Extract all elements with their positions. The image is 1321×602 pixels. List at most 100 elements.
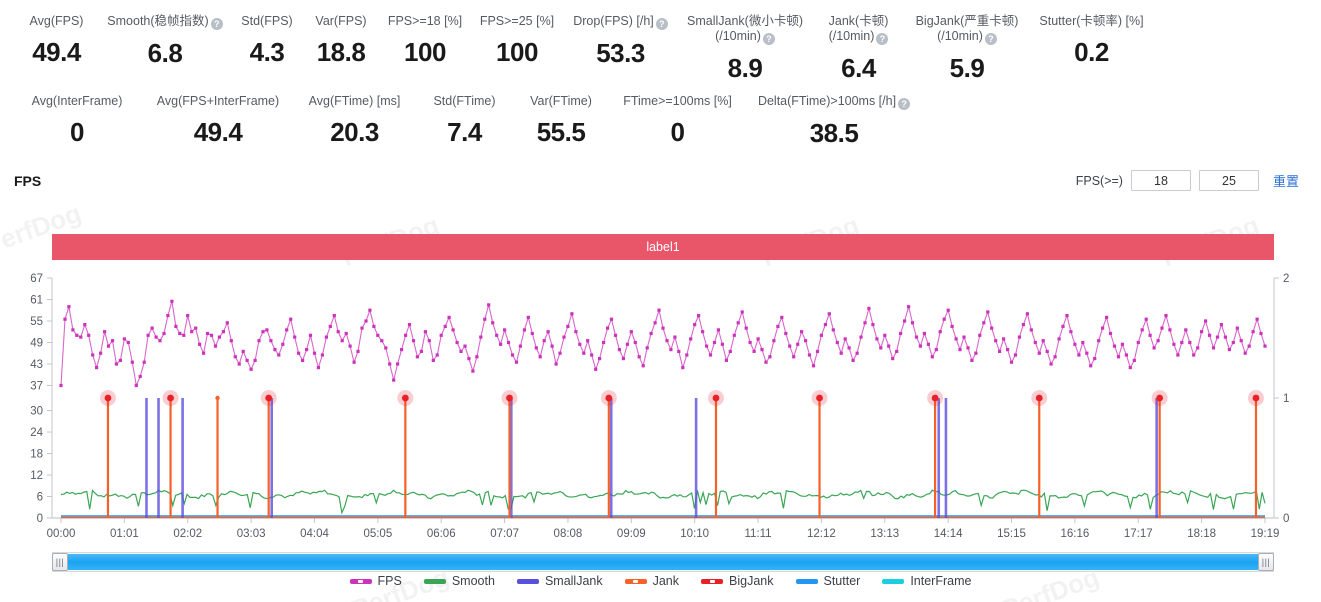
legend-swatch-icon xyxy=(882,578,905,584)
x-axis-tick: 04:04 xyxy=(300,528,329,538)
y-axis-left-tick: 55 xyxy=(30,316,43,328)
series-bigjank-point xyxy=(816,394,823,402)
legend-label: Stutter xyxy=(823,574,861,588)
metric-jank: Jank(卡顿) (/10min)? 6.4 xyxy=(812,14,905,84)
series-bigjank-point xyxy=(605,394,613,402)
legend-item-stutter[interactable]: Stutter xyxy=(795,574,861,588)
metric-var-fps: Var(FPS) 18.8 xyxy=(303,14,379,84)
y-axis-left-tick: 6 xyxy=(37,492,43,504)
fps-chart-svg[interactable]: 061218243037434955616701200:00 01:01 02:02… xyxy=(0,268,1321,540)
metric-label: Drop(FPS) [/h]? xyxy=(573,14,668,30)
series-bigjank-point xyxy=(712,394,720,402)
series-bigjank-point xyxy=(401,394,409,402)
legend-label: FPS xyxy=(377,574,402,588)
legend-item-smooth[interactable]: Smooth xyxy=(423,574,495,588)
metric-value: 6.8 xyxy=(147,38,183,68)
x-axis-tick: 10:10 xyxy=(680,528,709,538)
y-axis-left-tick: 43 xyxy=(30,359,43,371)
x-axis-tick: 11:11 xyxy=(745,528,772,538)
legend-label: Smooth xyxy=(451,574,495,588)
help-icon[interactable]: ? xyxy=(898,98,911,110)
x-axis-tick: 12:12 xyxy=(807,528,836,538)
metrics-row-primary: Avg(FPS) 49.4 Smooth(稳帧指数)? 6.8 Std(FPS) 4.3 V… xyxy=(0,14,1321,84)
metric-value: 6.4 xyxy=(841,53,876,83)
metric-smooth: Smooth(稳帧指数)? 6.8 xyxy=(99,14,231,84)
page-title: FPS xyxy=(14,173,42,189)
metric-label: BigJank(严重卡顿) (/10min)? xyxy=(915,14,1019,45)
metric-value: 0 xyxy=(670,117,685,147)
y-axis-left-tick: 24 xyxy=(30,427,43,439)
metric-smalljank: SmallJank(微小卡顿) (/10min)? 8.9 xyxy=(678,14,812,84)
metric-var-ftime: Var(FTime) 55.5 xyxy=(512,94,610,149)
metric-label: Smooth(稳帧指数)? xyxy=(107,14,223,30)
x-axis-tick: 13:13 xyxy=(870,528,899,538)
x-axis-tick: 16:16 xyxy=(1061,528,1090,538)
grip-icon: ||| xyxy=(1261,557,1271,567)
help-icon[interactable]: ? xyxy=(984,33,997,45)
metric-label: Avg(FPS+InterFrame) xyxy=(156,94,280,108)
x-axis-tick: 05:05 xyxy=(363,528,392,538)
metric-label: Var(FPS) xyxy=(315,14,367,28)
x-axis-tick: 06:06 xyxy=(427,528,456,538)
series-bigjank-point xyxy=(506,394,513,402)
x-axis-tick: 01:01 xyxy=(110,528,139,538)
metric-value: 20.3 xyxy=(330,117,379,147)
metric-value: 100 xyxy=(496,37,538,67)
metric-value: 55.5 xyxy=(536,117,586,147)
series-bigjank-point xyxy=(931,394,939,402)
y-axis-left-tick: 61 xyxy=(30,294,43,306)
legend-item-jank[interactable]: Jank xyxy=(624,574,679,588)
legend-item-smalljank[interactable]: SmallJank xyxy=(516,574,603,588)
metric-value: 0.2 xyxy=(1074,37,1109,67)
fps-chart-panel: FPS FPS(>=) 重置 xyxy=(0,165,1321,199)
fps-threshold-label: FPS(>=) xyxy=(1075,173,1123,188)
perfdog-fps-dashboard: PerfDog PerfDog PerfDog PerfDog PerfDog … xyxy=(0,0,1321,602)
metric-value: 8.9 xyxy=(727,53,763,83)
legend-swatch-icon xyxy=(624,578,647,584)
legend-label: BigJank xyxy=(729,574,774,588)
range-handle-right[interactable]: ||| xyxy=(1258,553,1274,571)
metric-fps-25: FPS>=25 [%] 100 xyxy=(471,14,563,84)
metrics-summary: Avg(FPS) 49.4 Smooth(稳帧指数)? 6.8 Std(FPS) 4.3 V… xyxy=(0,0,1321,149)
metrics-row-secondary: Avg(InterFrame) 0 Avg(FPS+InterFrame) 49.4 A… xyxy=(0,94,1321,149)
metric-label: Std(FPS) xyxy=(241,14,293,28)
x-axis-tick: 15:15 xyxy=(997,528,1026,538)
help-icon[interactable]: ? xyxy=(876,33,889,45)
legend-swatch-icon xyxy=(349,578,372,584)
metric-avg-fps: Avg(FPS) 49.4 xyxy=(14,14,99,84)
metric-label: SmallJank(微小卡顿) (/10min)? xyxy=(687,14,803,45)
y-axis-left-tick: 0 xyxy=(37,513,43,525)
metric-label: FPS>=18 [%] xyxy=(387,14,463,28)
time-range-fill[interactable] xyxy=(68,554,1258,570)
grip-icon: ||| xyxy=(55,557,65,567)
x-axis-tick: 02:02 xyxy=(173,528,202,538)
legend-item-fps[interactable]: FPS xyxy=(349,574,402,588)
fps-threshold-high-input[interactable] xyxy=(1198,170,1259,191)
x-axis-tick: 09:09 xyxy=(617,528,646,538)
metric-delta-ftime-100ms-h: Delta(FTime)>100ms [/h]? 38.5 xyxy=(745,94,923,149)
metric-value: 5.9 xyxy=(949,53,985,83)
help-icon[interactable]: ? xyxy=(655,18,668,30)
y-axis-right-tick: 0 xyxy=(1283,513,1289,525)
range-handle-left[interactable]: ||| xyxy=(52,553,68,571)
series-smooth xyxy=(60,489,1266,515)
legend-swatch-icon xyxy=(516,578,539,584)
metric-drop-fps-h: Drop(FPS) [/h]? 53.3 xyxy=(563,14,678,84)
y-axis-left-tick: 67 xyxy=(30,273,43,285)
legend-swatch-icon xyxy=(423,578,446,584)
chart-legend: FPS Smooth SmallJank Jank BigJank Stutter Inte… xyxy=(0,574,1321,588)
help-icon[interactable]: ? xyxy=(210,18,223,30)
metric-fps-18: FPS>=18 [%] 100 xyxy=(379,14,471,84)
x-axis-tick: 18:18 xyxy=(1187,528,1216,538)
fps-threshold-low-input[interactable] xyxy=(1130,170,1191,191)
reset-button[interactable]: 重置 xyxy=(1273,171,1299,190)
help-icon[interactable]: ? xyxy=(762,33,775,45)
fps-threshold-filter: FPS(>=) 重置 xyxy=(1076,170,1299,191)
x-axis-tick: 17:17 xyxy=(1124,528,1153,538)
scene-label-bar[interactable]: label1 xyxy=(52,234,1274,260)
time-range-scrollbar[interactable]: ||| ||| xyxy=(52,552,1274,572)
legend-item-bigjank[interactable]: BigJank xyxy=(701,574,774,588)
y-axis-left-tick: 12 xyxy=(30,470,43,482)
legend-item-interframe[interactable]: InterFrame xyxy=(882,574,971,588)
fps-chart-plot-area[interactable]: FPS Jank 061218243037434955616701200:000… xyxy=(0,268,1321,540)
